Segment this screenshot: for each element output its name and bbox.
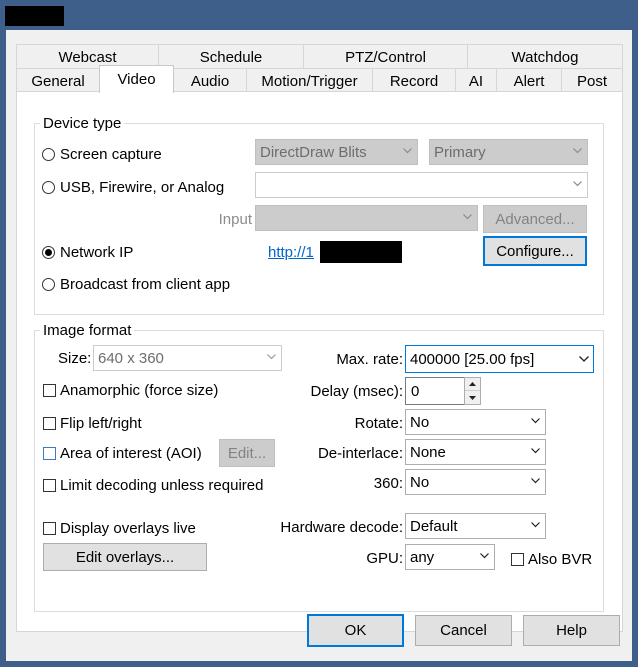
tab-alert[interactable]: Alert xyxy=(496,68,562,93)
size-dropdown: 640 x 360 xyxy=(93,345,282,371)
size-value: 640 x 360 xyxy=(98,349,164,367)
deinterlace-label: De-interlace: xyxy=(317,445,403,462)
video-tab-panel: Device type Screen capture DirectDraw Bl… xyxy=(16,91,623,632)
hardware-decode-dropdown[interactable]: Default xyxy=(405,513,546,539)
rotate-value: No xyxy=(410,413,430,431)
tab-watchdog[interactable]: Watchdog xyxy=(467,44,623,69)
deinterlace-dropdown[interactable]: None xyxy=(405,439,546,465)
advanced-button: Advanced... xyxy=(483,205,587,233)
tab-record[interactable]: Record xyxy=(372,68,456,93)
help-button[interactable]: Help xyxy=(523,615,620,646)
window-title-redacted xyxy=(5,6,64,26)
spin-down-icon[interactable] xyxy=(465,391,480,404)
network-ip-radio[interactable] xyxy=(42,246,55,259)
title-bar xyxy=(0,0,638,30)
dropdown-360[interactable]: No xyxy=(405,469,546,495)
network-url-text[interactable]: http://1 xyxy=(268,244,314,261)
device-type-legend: Device type xyxy=(40,115,125,133)
url-redaction xyxy=(320,241,402,263)
size-label: Size: xyxy=(58,350,92,367)
display-overlays-checkbox[interactable] xyxy=(43,522,56,535)
chevron-down-icon xyxy=(531,478,540,486)
delay-spinner[interactable] xyxy=(464,377,481,405)
aoi-edit-button: Edit... xyxy=(219,439,275,467)
network-ip-label[interactable]: Network IP xyxy=(60,243,133,263)
capture-method-value: DirectDraw Blits xyxy=(260,143,367,161)
screen-capture-radio[interactable] xyxy=(42,148,55,161)
also-bvr-checkbox[interactable] xyxy=(511,553,524,566)
broadcast-client-app-label[interactable]: Broadcast from client app xyxy=(60,275,230,295)
tab-ai[interactable]: AI xyxy=(455,68,497,93)
chevron-down-icon xyxy=(573,181,582,189)
tab-schedule[interactable]: Schedule xyxy=(158,44,304,69)
usb-firewire-analog-label[interactable]: USB, Firewire, or Analog xyxy=(60,178,224,198)
image-format-legend: Image format xyxy=(40,322,135,340)
gpu-value: any xyxy=(410,548,435,566)
hardware-decode-value: Default xyxy=(410,517,458,535)
limit-decoding-label[interactable]: Limit decoding unless required xyxy=(60,476,263,496)
cancel-button[interactable]: Cancel xyxy=(415,615,512,646)
usb-firewire-analog-radio[interactable] xyxy=(42,181,55,194)
area-of-interest-checkbox[interactable] xyxy=(43,447,56,460)
chevron-down-icon xyxy=(267,354,276,362)
flip-left-right-label[interactable]: Flip left/right xyxy=(60,414,142,434)
chevron-down-icon xyxy=(531,448,540,456)
chevron-down-icon xyxy=(480,553,489,561)
anamorphic-checkbox[interactable] xyxy=(43,384,56,397)
camera-settings-dialog: Webcast Schedule PTZ/Control Watchdog Ge… xyxy=(6,30,632,661)
gpu-label: GPU: xyxy=(366,550,403,567)
capture-method-dropdown: DirectDraw Blits xyxy=(255,139,418,165)
area-of-interest-label[interactable]: Area of interest (AOI) xyxy=(60,444,202,464)
hardware-decode-label: Hardware decode: xyxy=(280,519,403,536)
monitor-value: Primary xyxy=(434,143,486,161)
value-360: No xyxy=(410,473,430,491)
ok-button[interactable]: OK xyxy=(307,614,404,647)
monitor-dropdown: Primary xyxy=(429,139,588,165)
chevron-down-icon xyxy=(463,214,472,222)
input-label: Input xyxy=(218,211,252,228)
deinterlace-value: None xyxy=(410,443,446,461)
broadcast-client-app-radio[interactable] xyxy=(42,278,55,291)
chevron-down-icon xyxy=(573,148,582,156)
gpu-dropdown[interactable]: any xyxy=(405,544,495,570)
rotate-dropdown[interactable]: No xyxy=(405,409,546,435)
tab-ptz-control[interactable]: PTZ/Control xyxy=(303,44,468,69)
chevron-down-icon xyxy=(579,356,589,364)
tab-general[interactable]: General xyxy=(16,68,100,93)
max-rate-label: Max. rate: xyxy=(336,351,403,368)
delay-input[interactable]: 0 xyxy=(405,377,465,405)
max-rate-value: 400000 [25.00 fps] xyxy=(410,350,535,368)
network-url-link[interactable]: http://1 xyxy=(268,243,314,263)
chevron-down-icon xyxy=(531,522,540,530)
label-360: 360: xyxy=(373,475,403,492)
max-rate-dropdown[interactable]: 400000 [25.00 fps] xyxy=(405,345,594,373)
delay-label: Delay (msec): xyxy=(310,383,403,400)
tab-motion-trigger[interactable]: Motion/Trigger xyxy=(246,68,373,93)
usb-device-dropdown xyxy=(255,172,588,198)
anamorphic-label[interactable]: Anamorphic (force size) xyxy=(60,381,218,401)
chevron-down-icon xyxy=(531,418,540,426)
chevron-down-icon xyxy=(403,148,412,156)
spin-up-icon[interactable] xyxy=(465,378,480,391)
also-bvr-label[interactable]: Also BVR xyxy=(528,550,592,570)
tab-audio[interactable]: Audio xyxy=(173,68,247,93)
input-dropdown xyxy=(255,205,478,231)
tab-video[interactable]: Video xyxy=(99,65,174,93)
delay-value: 0 xyxy=(411,382,420,400)
rotate-label: Rotate: xyxy=(354,415,403,432)
display-overlays-label[interactable]: Display overlays live xyxy=(60,519,196,539)
tab-post[interactable]: Post xyxy=(561,68,623,93)
flip-left-right-checkbox[interactable] xyxy=(43,417,56,430)
configure-button[interactable]: Configure... xyxy=(483,236,587,266)
screen-capture-label[interactable]: Screen capture xyxy=(60,145,162,165)
limit-decoding-checkbox[interactable] xyxy=(43,479,56,492)
edit-overlays-button[interactable]: Edit overlays... xyxy=(43,543,207,571)
